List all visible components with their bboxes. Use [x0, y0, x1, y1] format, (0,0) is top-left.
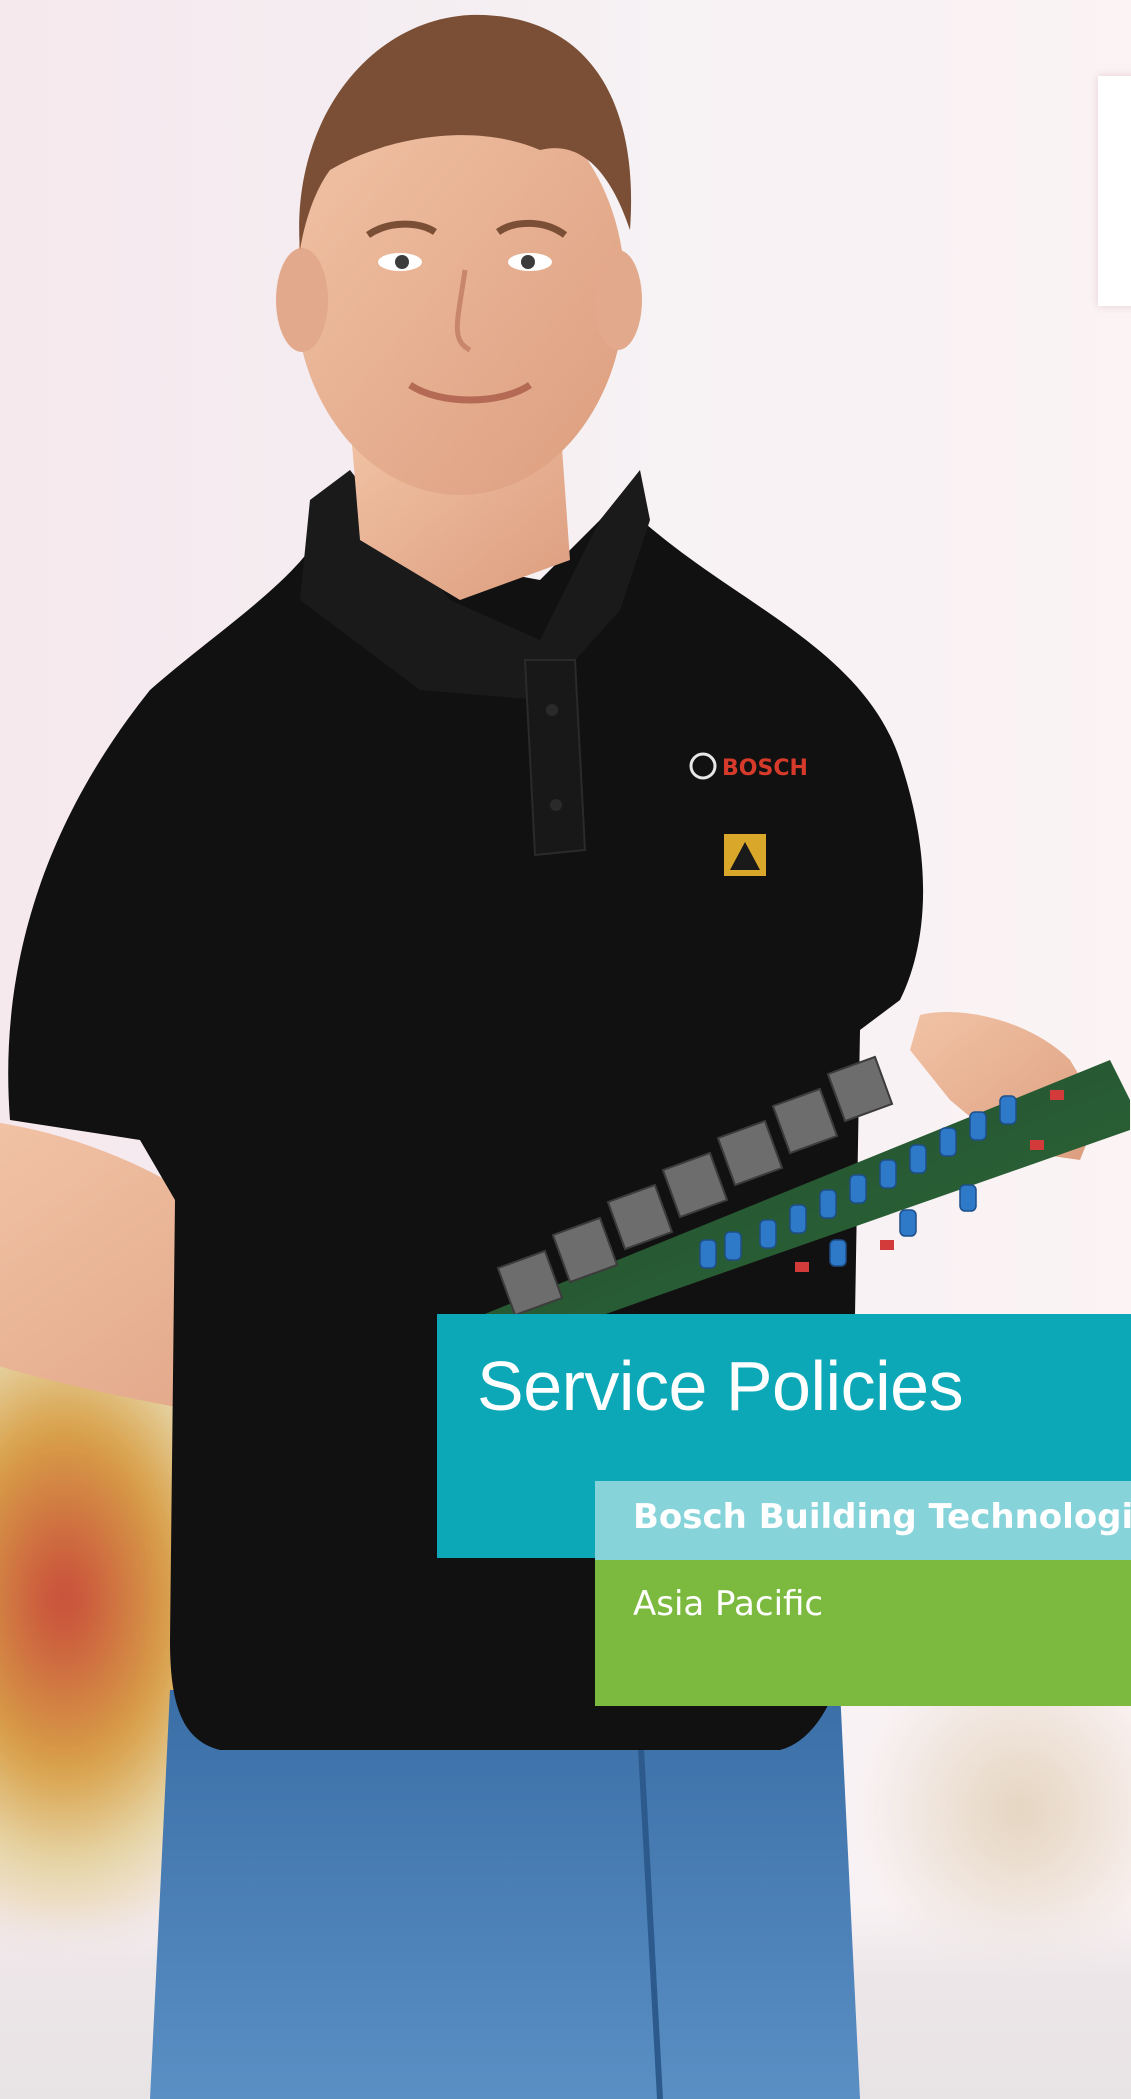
polo-placket — [523, 659, 587, 857]
company-name: Bosch Building Technologies — [633, 1497, 1131, 1537]
jeans — [150, 1690, 860, 2099]
region-name: Asia Pacific — [633, 1584, 824, 1624]
shirt-logo-text: BOSCH — [722, 756, 808, 781]
company-strip: Bosch Building Technologies — [595, 1481, 1131, 1560]
polo-button-top — [546, 704, 558, 716]
region-panel: Asia Pacific — [595, 1560, 1131, 1706]
polo-button-bottom — [550, 799, 562, 811]
right-ear — [594, 250, 642, 350]
document-title: Service Policies — [477, 1347, 964, 1425]
person-holding-circuit-board: BOSCH — [0, 14, 1130, 2099]
cover-page: BOSCH Service Policies Bosch Building Te… — [0, 0, 1131, 2099]
left-ear — [276, 248, 328, 352]
